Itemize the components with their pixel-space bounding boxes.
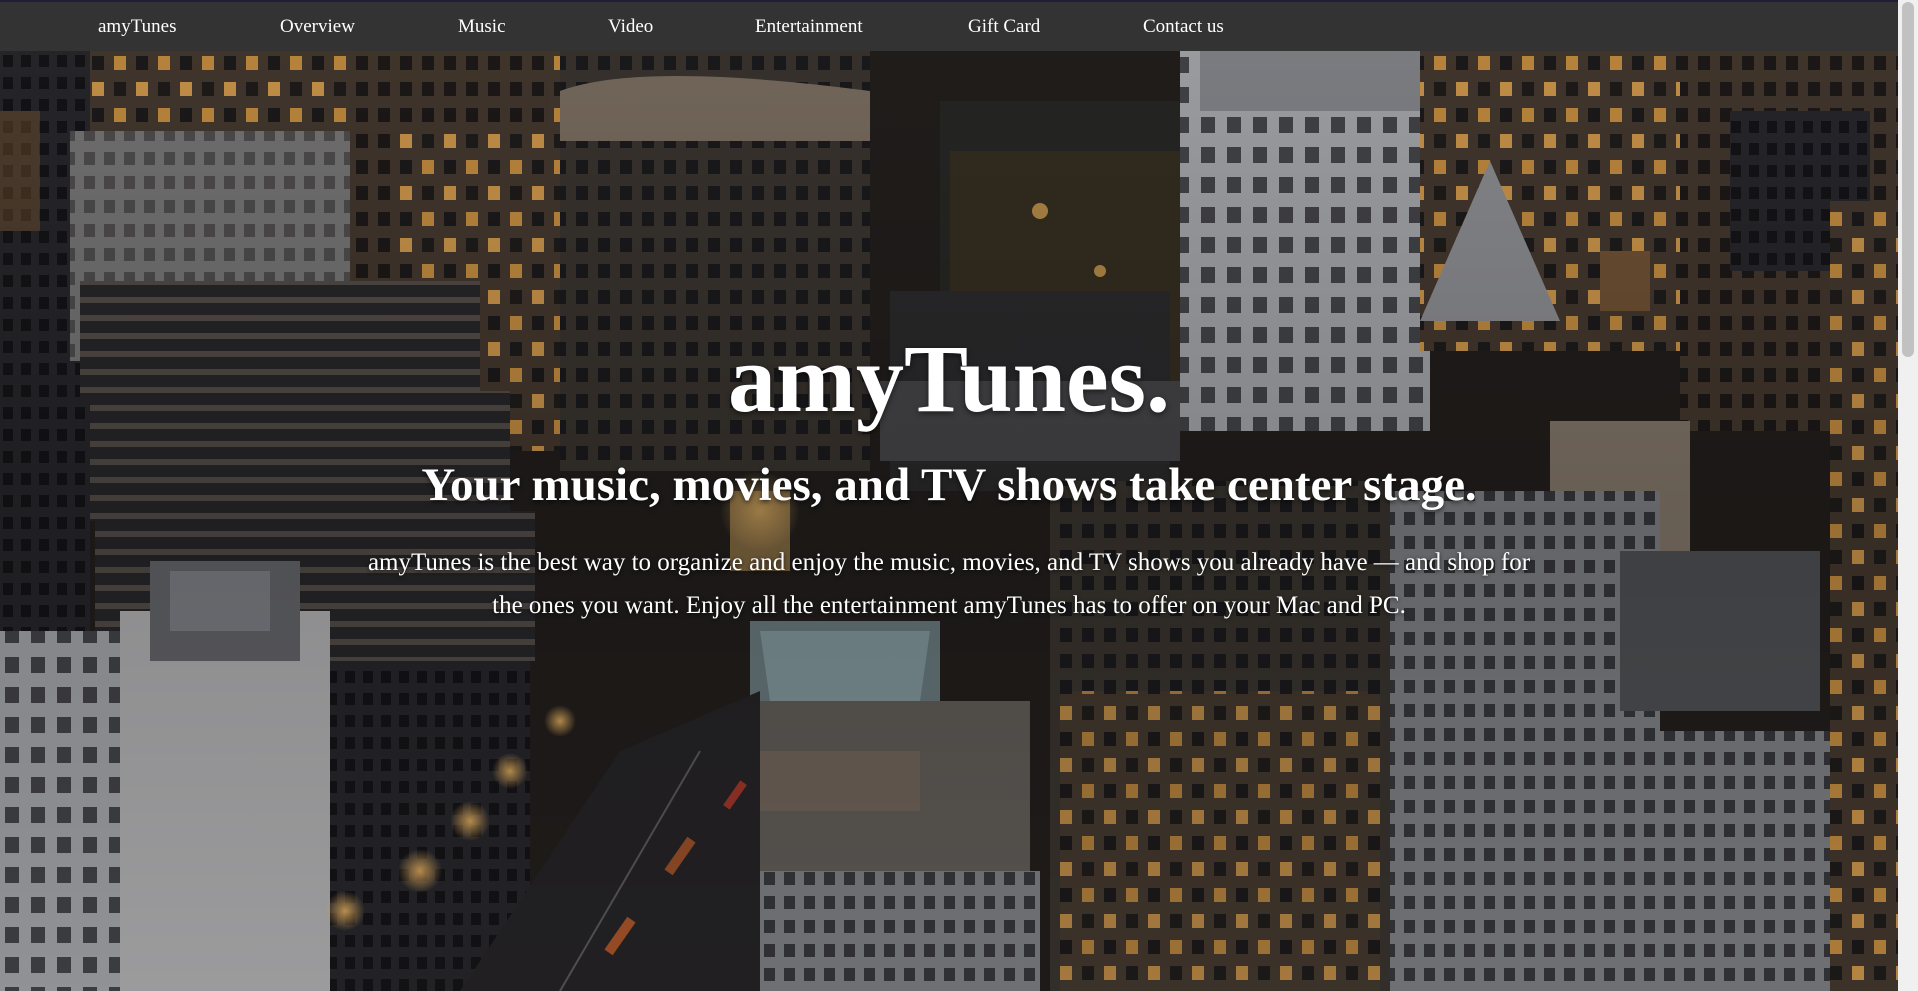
nav-item-entertainment[interactable]: Entertainment <box>755 16 863 38</box>
nav-item-video[interactable]: Video <box>608 16 653 38</box>
vertical-scrollbar[interactable] <box>1898 0 1918 991</box>
hero-description: amyTunes is the best way to organize and… <box>367 549 1531 619</box>
nav-item-music[interactable]: Music <box>458 16 506 38</box>
nav-item-contact-us[interactable]: Contact us <box>1143 16 1224 38</box>
hero-title: amyTunes. <box>728 325 1170 432</box>
city-skyline-background-image <box>0 51 1898 991</box>
hero-section: amyTunes. Your music, movies, and TV sho… <box>0 51 1898 991</box>
hero-subtitle: Your music, movies, and TV shows take ce… <box>421 459 1477 511</box>
nav-item-gift-card[interactable]: Gift Card <box>968 16 1040 38</box>
nav-brand-link[interactable]: amyTunes <box>98 16 176 38</box>
scrollbar-thumb[interactable] <box>1902 2 1914 357</box>
nav-item-overview[interactable]: Overview <box>280 16 355 38</box>
top-navigation-bar: amyTunes Overview Music Video Entertainm… <box>0 0 1898 51</box>
page: amyTunes Overview Music Video Entertainm… <box>0 0 1918 991</box>
